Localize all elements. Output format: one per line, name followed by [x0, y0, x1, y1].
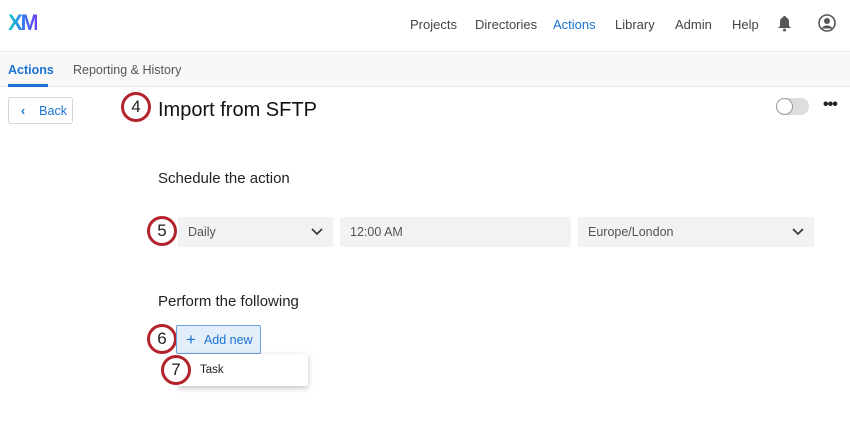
- nav-directories[interactable]: Directories: [475, 17, 537, 32]
- page-title: Import from SFTP: [158, 99, 317, 121]
- nav-admin[interactable]: Admin: [675, 17, 712, 32]
- step-badge-6: 6: [147, 324, 177, 354]
- chevron-left-icon: ‹: [21, 103, 26, 118]
- timezone-value: Europe/London: [588, 225, 674, 239]
- step-badge-4: 4: [121, 92, 151, 122]
- add-new-menu: Task: [178, 354, 308, 386]
- plus-icon: +: [186, 329, 196, 349]
- frequency-select[interactable]: Daily: [178, 217, 333, 247]
- active-tab-indicator: [8, 84, 48, 87]
- chevron-down-icon: [311, 228, 323, 236]
- nav-projects[interactable]: Projects: [410, 17, 457, 32]
- nav-library[interactable]: Library: [615, 17, 655, 32]
- timezone-select[interactable]: Europe/London: [578, 217, 814, 247]
- time-input[interactable]: 12:00 AM: [340, 217, 571, 247]
- tab-reporting-history[interactable]: Reporting & History: [73, 63, 181, 77]
- frequency-value: Daily: [188, 225, 216, 239]
- action-enable-toggle[interactable]: [776, 98, 809, 115]
- step-badge-5: 5: [147, 216, 177, 246]
- xm-logo[interactable]: XM: [8, 10, 39, 36]
- schedule-label: Schedule the action: [158, 170, 290, 187]
- chevron-down-icon: [792, 228, 804, 236]
- more-options-icon[interactable]: •••: [823, 96, 838, 114]
- bell-icon[interactable]: [777, 15, 792, 32]
- toggle-knob: [776, 98, 793, 115]
- step-badge-7: 7: [161, 355, 191, 385]
- perform-label: Perform the following: [158, 293, 299, 310]
- user-avatar-icon[interactable]: [818, 14, 836, 32]
- nav-help[interactable]: Help: [732, 17, 759, 32]
- add-new-button[interactable]: + Add new: [176, 325, 261, 354]
- add-new-label: Add new: [203, 332, 253, 347]
- time-value: 12:00 AM: [350, 225, 403, 239]
- nav-actions[interactable]: Actions: [553, 17, 596, 32]
- back-label: Back: [39, 103, 67, 118]
- tab-actions[interactable]: Actions: [8, 63, 54, 77]
- top-header: XM Projects Directories Actions Library …: [0, 0, 850, 52]
- tab-bar: Actions Reporting & History: [0, 53, 850, 87]
- back-button[interactable]: ‹ Back: [8, 97, 73, 124]
- menu-item-task[interactable]: Task: [200, 364, 224, 376]
